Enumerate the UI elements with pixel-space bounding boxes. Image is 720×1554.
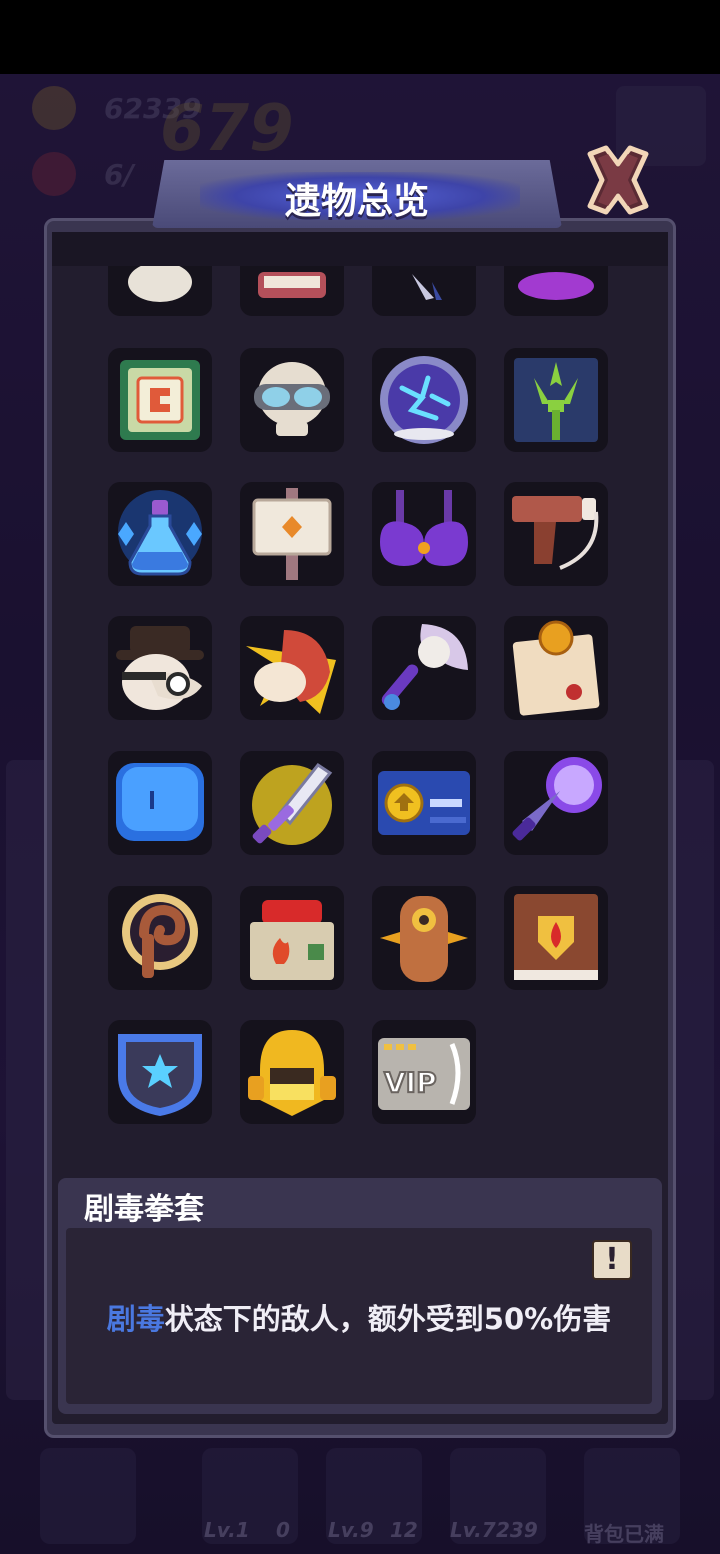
skull-axe-icon	[381, 624, 468, 710]
close-button[interactable]	[578, 140, 658, 220]
vip-card-icon: VIP	[378, 1038, 470, 1110]
id-card-icon	[378, 771, 470, 835]
star-shield-icon	[118, 1034, 202, 1116]
relic-slot[interactable]	[372, 348, 476, 452]
relic-slot[interactable]	[108, 1020, 212, 1124]
relic-description: 剧毒状态下的敌人，额外受到50%伤害	[66, 1296, 652, 1338]
relic-slot[interactable]	[240, 1020, 344, 1124]
relic-slot[interactable]	[372, 616, 476, 720]
relic-slot[interactable]	[504, 616, 608, 720]
relic-slot[interactable]	[240, 266, 344, 316]
flame-fist-icon	[246, 630, 336, 714]
relic-slot[interactable]	[240, 751, 344, 855]
signpost-icon	[252, 488, 332, 580]
relic-slot[interactable]	[504, 886, 608, 990]
relic-slot[interactable]	[504, 482, 608, 586]
relic-slot[interactable]	[108, 616, 212, 720]
blue-slime-icon	[116, 763, 204, 841]
relic-slot[interactable]	[108, 751, 212, 855]
relic-slot[interactable]	[108, 482, 212, 586]
plague-doctor-icon	[116, 626, 204, 710]
relic-slot[interactable]	[240, 616, 344, 720]
armor-top-icon	[380, 490, 468, 566]
close-x-icon	[587, 145, 649, 215]
relic-slot[interactable]	[372, 886, 476, 990]
teeth-relic-icon	[258, 272, 326, 298]
relic-slot[interactable]	[108, 886, 212, 990]
relic-grid[interactable]: VIP	[52, 266, 668, 1166]
mana-potion-icon	[118, 490, 202, 576]
lightning-orb-icon	[380, 356, 468, 444]
exclamation-info-icon[interactable]	[592, 1240, 632, 1280]
red-button-box-icon	[250, 900, 334, 980]
blunderbuss-icon	[512, 496, 599, 570]
glowing-sword-icon	[252, 762, 333, 845]
relic-description-text: 状态下的敌人，额外受到50%伤害	[164, 1302, 612, 1336]
wooden-staff-icon	[122, 894, 198, 978]
relic-slot[interactable]	[240, 886, 344, 990]
relic-slot[interactable]	[372, 482, 476, 586]
svg-text:VIP: VIP	[384, 1066, 437, 1099]
spell-book-icon	[514, 894, 598, 980]
relic-slot[interactable]: VIP	[372, 1020, 476, 1124]
skull-relic-icon	[128, 266, 192, 302]
relic-slot[interactable]	[240, 348, 344, 452]
relic-name: 剧毒拳套	[84, 1192, 204, 1227]
contract-scroll-icon	[512, 620, 600, 716]
relic-slot[interactable]	[504, 266, 608, 316]
trident-icon	[514, 358, 598, 442]
purple-orb-relic-icon	[518, 272, 594, 300]
relic-slot[interactable]	[504, 751, 608, 855]
relic-dialog-header-strip	[52, 232, 668, 266]
feather-relic-icon	[412, 274, 442, 300]
relic-description-keyword: 剧毒	[106, 1302, 165, 1336]
relic-slot[interactable]	[372, 751, 476, 855]
relic-slot[interactable]	[372, 266, 476, 316]
relic-slot[interactable]	[108, 348, 212, 452]
wooden-totem-icon	[380, 896, 468, 982]
status-bar	[0, 0, 720, 74]
relic-slot[interactable]	[240, 482, 344, 586]
cpu-chip-icon	[120, 360, 200, 440]
dialog-title: 遗物总览	[284, 181, 429, 222]
golden-helmet-icon	[248, 1030, 336, 1116]
purple-dagger-icon	[512, 757, 602, 841]
relic-slot[interactable]	[108, 266, 212, 316]
relic-slot[interactable]	[504, 348, 608, 452]
goggles-skull-icon	[254, 362, 330, 436]
